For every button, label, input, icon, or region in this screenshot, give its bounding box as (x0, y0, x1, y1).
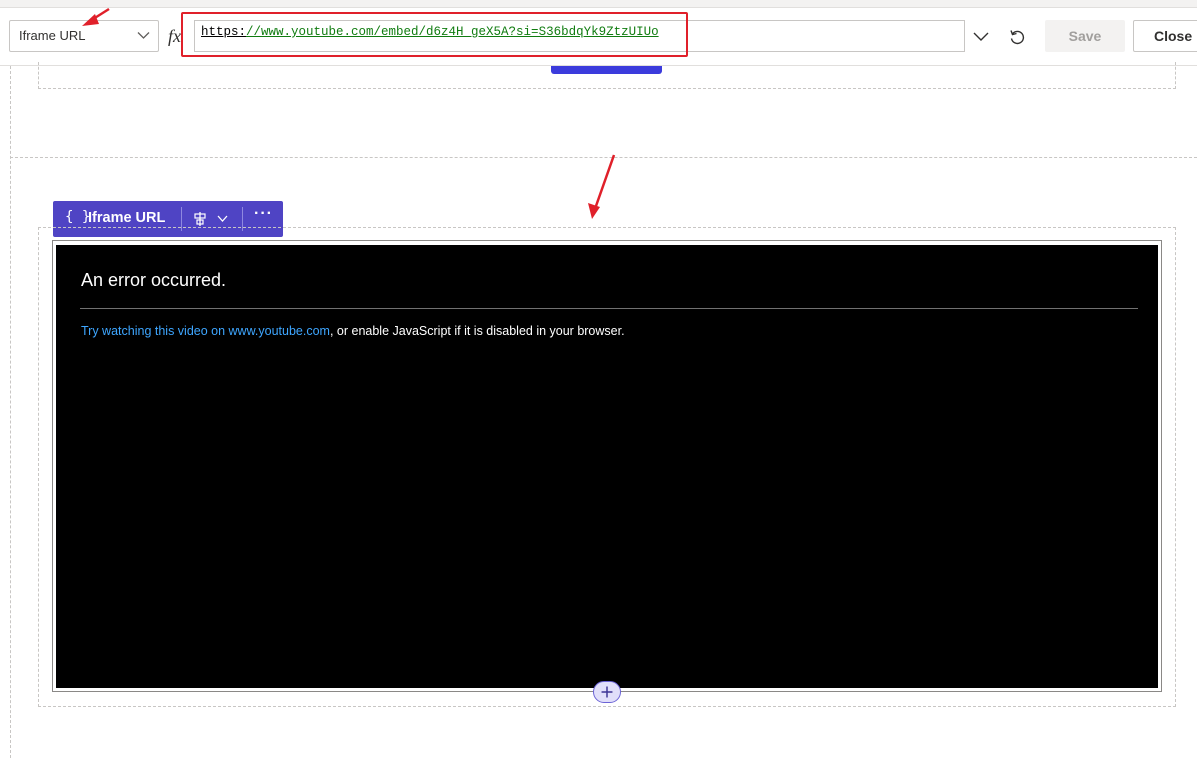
revert-icon[interactable] (1006, 26, 1028, 48)
formula-url-scheme: https: (201, 25, 247, 39)
align-icon[interactable] (193, 211, 231, 227)
annotation-arrow (588, 154, 616, 219)
formula-input[interactable]: https://www.youtube.com/embed/d6z4H_geX5… (194, 20, 965, 52)
error-message-rest: , or enable JavaScript if it is disabled… (329, 324, 625, 338)
braces-icon: { } (65, 209, 91, 225)
error-divider (80, 308, 1138, 309)
more-options-icon[interactable]: ··· (254, 205, 273, 223)
property-dropdown[interactable]: Iframe URL (9, 20, 159, 52)
youtube-embed-iframe[interactable] (56, 245, 1158, 688)
canvas-left-guide (10, 66, 11, 758)
error-message: Try watching this video on www.youtube.c… (81, 324, 625, 338)
error-title: An error occurred. (81, 270, 227, 290)
partial-button[interactable] (551, 66, 662, 74)
formula-url-rest: //www.youtube.com/embed/d6z4H_geX5A?si=S… (246, 25, 659, 39)
youtube-link[interactable]: Try watching this video on www.youtube.c… (81, 324, 330, 338)
close-button[interactable]: Close (1133, 20, 1197, 52)
top-strip (0, 0, 1197, 8)
add-control-button[interactable] (593, 681, 621, 703)
save-button[interactable]: Save (1045, 20, 1125, 52)
section-divider (10, 157, 1197, 158)
fx-icon: fx (168, 26, 181, 46)
expand-formula-chevron-icon[interactable] (970, 28, 992, 46)
property-dropdown-value: Iframe URL (19, 28, 86, 43)
chevron-down-icon (137, 32, 150, 39)
component-name-label[interactable]: Iframe URL (88, 210, 165, 226)
